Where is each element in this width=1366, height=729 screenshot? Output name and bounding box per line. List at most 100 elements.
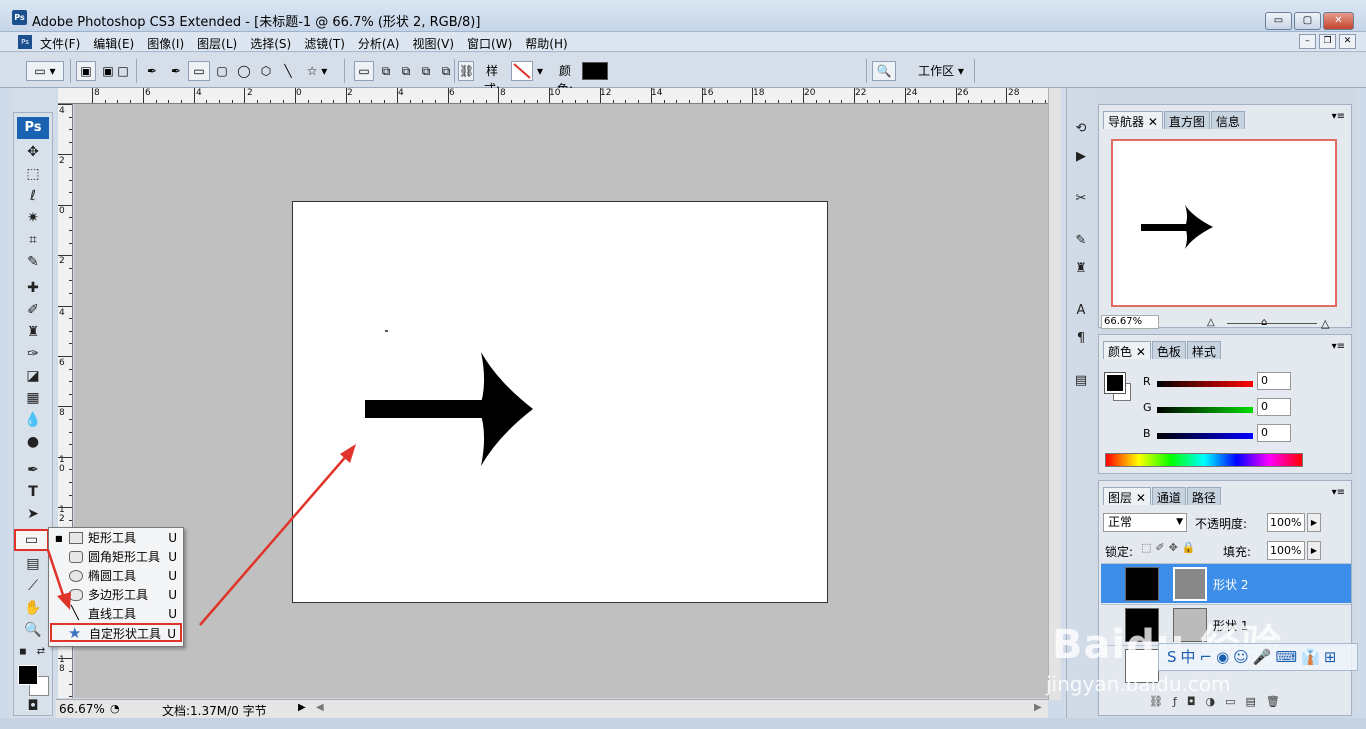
shape-layers-icon[interactable]: ▣ [76, 61, 96, 81]
menu-view[interactable]: 视图(V) [412, 35, 454, 52]
character-icon[interactable]: A [1070, 300, 1092, 322]
clone-source-icon[interactable]: ♜ [1070, 258, 1092, 280]
link-style-icon[interactable]: ⛓ [458, 61, 474, 81]
navigator-zoom-slider[interactable] [1227, 323, 1317, 324]
menu-help[interactable]: 帮助(H) [525, 35, 567, 52]
status-zoom[interactable]: 66.67% [59, 702, 105, 716]
zoom-tool-icon[interactable]: 🔍 [20, 621, 46, 639]
status-info-icon[interactable]: ◔ [110, 702, 120, 715]
swap-colors-icon[interactable]: ⇄ [34, 643, 48, 661]
gradient-icon[interactable]: ▦ [20, 389, 46, 407]
menu-select[interactable]: 选择(S) [250, 35, 291, 52]
dodge-icon[interactable]: ● [20, 433, 46, 451]
color-spectrum-bar[interactable] [1105, 453, 1303, 467]
history-icon[interactable]: ⟲ [1070, 118, 1092, 140]
document-canvas[interactable] [292, 201, 828, 603]
layer-row-shape-2[interactable]: 👁 形状 2 [1101, 563, 1351, 603]
menu-file[interactable]: 文件(F) [40, 35, 80, 52]
blend-mode-select[interactable]: 正常 ▼ [1103, 513, 1187, 532]
eyedropper-icon[interactable]: ⟋ [20, 577, 46, 595]
flyout-rectangle-tool[interactable]: ■ 矩形工具 U [49, 529, 183, 548]
doc-close-button[interactable]: ✕ [1339, 34, 1356, 49]
clone-stamp-icon[interactable]: ♜ [20, 323, 46, 341]
menu-image[interactable]: 图像(I) [147, 35, 184, 52]
polygon-option-icon[interactable]: ⬡ [256, 61, 276, 81]
panel-menu-icon[interactable]: ▾≡ [1332, 111, 1345, 122]
blur-icon[interactable]: 💧 [20, 411, 46, 429]
pen-option-icon[interactable]: ✒ [142, 61, 162, 81]
flyout-line-tool[interactable]: ╲ 直线工具 U [49, 605, 183, 624]
type-tool-icon[interactable]: T [20, 483, 46, 501]
freeform-pen-icon[interactable]: ✒ [166, 61, 186, 81]
zoom-slider-thumb-icon[interactable]: ⌂ [1261, 317, 1267, 328]
lock-icons[interactable]: ⬚✐✥🔒 [1141, 541, 1200, 554]
tab-info[interactable]: 信息 [1210, 111, 1245, 129]
channel-r-value[interactable]: 0 [1257, 372, 1291, 390]
tab-navigator[interactable]: 导航器 ✕ [1103, 111, 1163, 129]
tab-channels[interactable]: 通道 [1151, 487, 1186, 505]
crop-tool-icon[interactable]: ⌗ [20, 231, 46, 249]
tab-swatches[interactable]: 色板 [1151, 341, 1186, 359]
rectangle-option-icon[interactable]: ▭ [188, 61, 210, 81]
tab-histogram[interactable]: 直方图 [1163, 111, 1210, 129]
fill-field[interactable]: 100% [1267, 541, 1305, 560]
tab-color[interactable]: 颜色 ✕ [1103, 341, 1151, 359]
marquee-tool-icon[interactable]: ⬚ [20, 165, 46, 183]
exclude-shape-icon[interactable]: ⧉ [436, 61, 456, 81]
healing-brush-icon[interactable]: ✚ [20, 279, 46, 297]
new-shape-layer-icon[interactable]: ▭ [354, 61, 374, 81]
menu-layer[interactable]: 图层(L) [197, 35, 237, 52]
bridge-icon[interactable]: 🔍 [872, 61, 896, 81]
line-option-icon[interactable]: ╲ [278, 61, 298, 81]
tab-styles[interactable]: 样式 [1186, 341, 1221, 359]
channel-g-value[interactable]: 0 [1257, 398, 1291, 416]
menu-filter[interactable]: 滤镜(T) [304, 35, 345, 52]
scroll-right-icon[interactable]: ▶ [1034, 702, 1042, 713]
channel-g-slider[interactable] [1157, 407, 1253, 413]
tab-paths[interactable]: 路径 [1186, 487, 1221, 505]
move-tool-icon[interactable]: ✥ [20, 143, 46, 161]
custom-shape-option-icon[interactable]: ☆ ▾ [300, 61, 334, 81]
flyout-rounded-rectangle-tool[interactable]: 圆角矩形工具 U [49, 548, 183, 567]
lasso-tool-icon[interactable]: ℓ [20, 187, 46, 205]
workspace-button[interactable]: 工作区 ▾ [912, 61, 970, 81]
eraser-icon[interactable]: ◪ [20, 367, 46, 385]
vertical-scrollbar[interactable] [1048, 88, 1061, 700]
opacity-slider-arrow-icon[interactable]: ▶ [1307, 513, 1321, 532]
flyout-ellipse-tool[interactable]: 椭圆工具 U [49, 567, 183, 586]
notes-icon[interactable]: ▤ [20, 555, 46, 573]
zoom-in-icon[interactable]: △ [1321, 317, 1329, 330]
panel-menu-icon[interactable]: ▾≡ [1332, 341, 1345, 352]
doc-minimize-button[interactable]: – [1299, 34, 1316, 49]
zoom-out-icon[interactable]: △ [1207, 317, 1215, 328]
style-dropdown-icon[interactable]: ▾ [535, 61, 545, 81]
panel-menu-icon[interactable]: ▾≡ [1332, 487, 1345, 498]
channel-b-slider[interactable] [1157, 433, 1253, 439]
slice-tool-icon[interactable]: ✎ [20, 253, 46, 271]
intersect-shape-icon[interactable]: ⧉ [416, 61, 436, 81]
magic-wand-icon[interactable]: ✷ [20, 209, 46, 227]
flyout-custom-shape-tool[interactable]: ★ 自定形状工具 U [50, 623, 182, 642]
pen-tool-icon[interactable]: ✒ [20, 461, 46, 479]
scroll-left-icon[interactable]: ◀ [316, 702, 324, 713]
history-brush-icon[interactable]: ✑ [20, 345, 46, 363]
menu-edit[interactable]: 编辑(E) [93, 35, 134, 52]
tool-presets-icon[interactable]: ✂ [1070, 188, 1092, 210]
quick-mask-icon[interactable]: ◘ [20, 697, 46, 715]
paths-icon[interactable]: ▣ [98, 61, 118, 81]
hand-tool-icon[interactable]: ✋ [20, 599, 46, 617]
toolbox-ps-badge[interactable]: Ps [17, 117, 49, 139]
channel-b-value[interactable]: 0 [1257, 424, 1291, 442]
color-swatch[interactable] [582, 62, 608, 80]
menu-analysis[interactable]: 分析(A) [358, 35, 400, 52]
subtract-shape-icon[interactable]: ⧉ [396, 61, 416, 81]
path-select-icon[interactable]: ➤ [20, 505, 46, 523]
document-icon[interactable]: Ps [18, 35, 32, 49]
navigator-zoom-field[interactable]: 66.67% [1101, 315, 1159, 329]
close-button[interactable]: ✕ [1323, 12, 1354, 30]
style-picker[interactable] [511, 61, 533, 81]
brushes-icon[interactable]: ✎ [1070, 230, 1092, 252]
tool-preset-picker[interactable]: ▭ ▾ [26, 61, 64, 81]
foreground-color-swatch[interactable] [18, 665, 38, 685]
fill-slider-arrow-icon[interactable]: ▶ [1307, 541, 1321, 560]
